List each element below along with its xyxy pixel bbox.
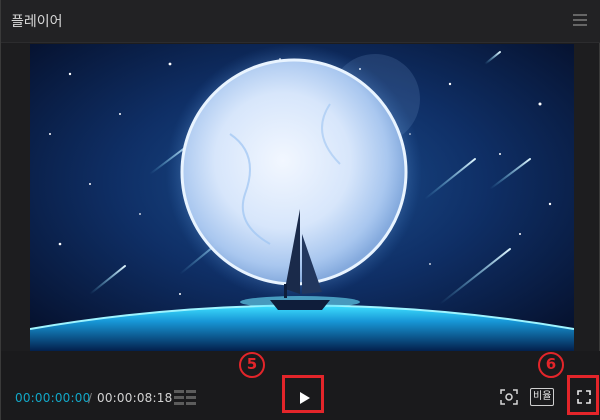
fullscreen-icon	[577, 389, 591, 408]
capture-icon[interactable]	[500, 389, 518, 409]
menu-icon[interactable]	[573, 14, 587, 26]
space-scene-image	[30, 44, 574, 351]
fullscreen-button[interactable]	[567, 375, 599, 415]
annotation-marker-5: 5	[239, 352, 265, 378]
title-bar: 플레이어	[1, 0, 600, 43]
aspect-ratio-button[interactable]: 비율	[530, 388, 555, 406]
play-icon	[300, 389, 310, 408]
play-button[interactable]	[282, 375, 324, 413]
control-bar: 00:00:00:00 / 00:00:08:18 5 비율 6	[1, 351, 600, 420]
window-title: 플레이어	[11, 14, 63, 30]
current-time: 00:00:00:00	[15, 391, 91, 405]
annotation-marker-6: 6	[538, 352, 564, 378]
grid-icon[interactable]	[174, 390, 196, 410]
time-separator: /	[88, 391, 93, 405]
video-preview[interactable]	[30, 44, 574, 351]
total-time: 00:00:08:18	[97, 391, 173, 405]
player-window: 플레이어 00:00:00:00 / 00:00:08:18 5 비율 6	[0, 0, 600, 420]
